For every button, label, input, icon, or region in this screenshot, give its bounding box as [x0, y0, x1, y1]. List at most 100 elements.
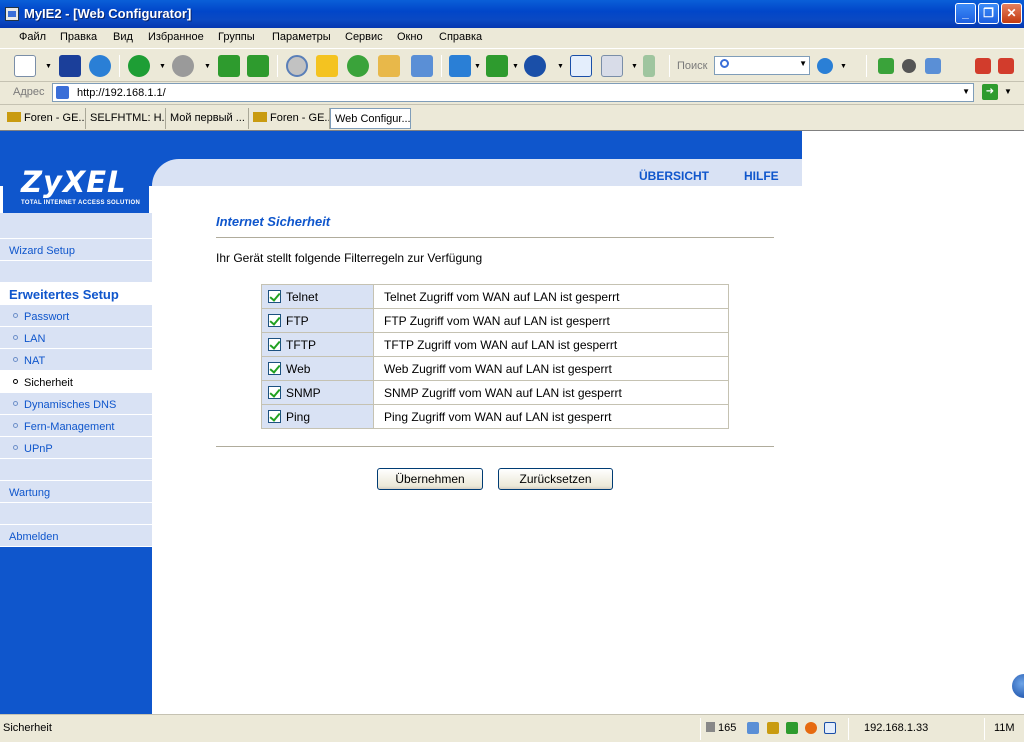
checkbox-snmp[interactable]: [268, 385, 281, 399]
menu-tools[interactable]: Сервис: [345, 31, 383, 43]
chevron-down-icon[interactable]: ▼: [474, 63, 481, 70]
sidebar-item-lan[interactable]: LAN: [0, 327, 152, 349]
filter-telnet[interactable]: Telnet: [261, 284, 374, 309]
checkbox-telnet[interactable]: [268, 289, 281, 303]
checkbox-ftp[interactable]: [268, 313, 281, 327]
blocked-count[interactable]: 165: [706, 722, 736, 734]
sidebar-item-password[interactable]: Passwort: [0, 305, 152, 327]
browser-globe-icon[interactable]: [524, 55, 546, 77]
puzzle-icon[interactable]: [925, 58, 941, 74]
trash-icon: [706, 722, 715, 732]
gear-icon[interactable]: [805, 722, 817, 734]
menu-view[interactable]: Вид: [113, 31, 133, 43]
overview-link[interactable]: ÜBERSICHT: [639, 169, 709, 183]
restore-icon[interactable]: ❐: [978, 3, 999, 24]
filter-web[interactable]: Web: [261, 356, 374, 381]
download-icon[interactable]: [786, 722, 798, 734]
chevron-down-icon[interactable]: ▼: [45, 63, 52, 70]
close-icon[interactable]: ✕: [1001, 3, 1022, 24]
sidebar-item-logout[interactable]: Abmelden: [0, 525, 152, 547]
search-engine-icon[interactable]: [817, 58, 833, 74]
sidebar-item-remote-management[interactable]: Fern-Management: [0, 415, 152, 437]
search-icon[interactable]: [286, 55, 308, 77]
back-icon[interactable]: [128, 55, 150, 77]
divider: [216, 446, 774, 448]
fullscreen-icon[interactable]: [570, 55, 592, 77]
edit-icon[interactable]: [824, 722, 836, 734]
forward-icon[interactable]: [172, 55, 194, 77]
filter-ftp[interactable]: FTP: [261, 308, 374, 333]
page-title: Internet Sicherheit: [216, 214, 331, 229]
refresh-icon[interactable]: [218, 55, 240, 77]
close-page-icon[interactable]: [975, 58, 991, 74]
tab-my-first[interactable]: Мой первый ...: [166, 108, 249, 129]
tab-foren-2[interactable]: Foren - GE...: [249, 108, 330, 129]
toolbar-separator: [866, 55, 867, 77]
checkbox-ping[interactable]: [268, 409, 281, 423]
chevron-down-icon[interactable]: ▼: [840, 63, 847, 70]
sidebar-item-maintenance[interactable]: Wartung: [0, 481, 152, 503]
minimize-icon[interactable]: _: [955, 3, 976, 24]
sidebar-item-security[interactable]: Sicherheit: [0, 371, 152, 393]
new-page-icon[interactable]: [14, 55, 36, 77]
chevron-down-icon[interactable]: ▼: [799, 59, 807, 68]
menu-help[interactable]: Справка: [439, 31, 482, 43]
checkbox-tftp[interactable]: [268, 337, 281, 351]
close-all-icon[interactable]: [998, 58, 1014, 74]
bullet-icon: [13, 445, 18, 450]
menu-file[interactable]: Файл: [19, 31, 46, 43]
network-icon[interactable]: [747, 722, 759, 734]
sidebar-item-nat[interactable]: NAT: [0, 349, 152, 371]
bullet-icon: [13, 313, 18, 318]
apply-button[interactable]: Übernehmen: [377, 468, 483, 490]
refresh-all-icon[interactable]: [247, 55, 269, 77]
brush-icon[interactable]: [767, 722, 779, 734]
title-bar[interactable]: MyIE2 - [Web Configurator] _ ❐ ✕: [0, 0, 1024, 28]
favorites-star-icon[interactable]: [316, 55, 338, 77]
translate-icon[interactable]: [486, 55, 508, 77]
table-row: Ping Ping Zugriff vom WAN auf LAN ist ge…: [261, 404, 729, 429]
tab-bar: Foren - GE... SELFHTML: H... Мой первый …: [0, 104, 1024, 130]
chevron-down-icon[interactable]: ▼: [159, 63, 166, 70]
filter-tftp[interactable]: TFTP: [261, 332, 374, 357]
menu-window[interactable]: Окно: [397, 31, 423, 43]
history-icon[interactable]: [347, 55, 369, 77]
tab-selfhtml[interactable]: SELFHTML: H...: [86, 108, 166, 129]
save-icon[interactable]: [59, 55, 81, 77]
globe-network-icon[interactable]: [89, 55, 111, 77]
address-input[interactable]: http://192.168.1.1/ ▼: [52, 83, 974, 102]
filter-snmp[interactable]: SNMP: [261, 380, 374, 405]
checkbox-web[interactable]: [268, 361, 281, 375]
more-icon[interactable]: [643, 55, 655, 77]
bullet-icon: [13, 379, 18, 384]
chevron-down-icon[interactable]: ▼: [631, 63, 638, 70]
chevron-down-icon[interactable]: ▼: [557, 63, 564, 70]
tab-web-configurator[interactable]: Web Configur...: [330, 108, 411, 129]
sidebar-item-upnp[interactable]: UPnP: [0, 437, 152, 459]
go-arrow-icon[interactable]: ➜: [982, 84, 998, 100]
sidebar-item-ddns[interactable]: Dynamisches DNS: [0, 393, 152, 415]
collector-icon[interactable]: [878, 58, 894, 74]
mail-icon[interactable]: [601, 55, 623, 77]
skull-icon[interactable]: [902, 59, 916, 73]
help-link[interactable]: HILFE: [744, 169, 779, 183]
notepad-icon[interactable]: [411, 55, 433, 77]
search-input[interactable]: ▼: [714, 56, 810, 75]
chevron-down-icon[interactable]: ▼: [204, 63, 211, 70]
chevron-down-icon[interactable]: ▼: [962, 87, 970, 96]
tab-foren-1[interactable]: Foren - GE...: [3, 108, 86, 129]
sidebar-item-advanced[interactable]: Erweitertes Setup: [0, 283, 152, 305]
table-row: FTP FTP Zugriff vom WAN auf LAN ist gesp…: [261, 308, 729, 333]
window-title: MyIE2 - [Web Configurator]: [24, 6, 192, 21]
sidebar-item-wizard[interactable]: Wizard Setup: [0, 239, 152, 261]
reset-button[interactable]: Zurücksetzen: [498, 468, 613, 490]
chevron-down-icon[interactable]: ▼: [512, 63, 519, 70]
menu-options[interactable]: Параметры: [272, 31, 331, 43]
folder-icon[interactable]: [378, 55, 400, 77]
filter-ping[interactable]: Ping: [261, 404, 374, 429]
menu-favorites[interactable]: Избранное: [148, 31, 204, 43]
font-size-icon[interactable]: [449, 55, 471, 77]
menu-edit[interactable]: Правка: [60, 31, 97, 43]
chevron-down-icon[interactable]: ▼: [1004, 87, 1012, 96]
menu-groups[interactable]: Группы: [218, 31, 255, 43]
